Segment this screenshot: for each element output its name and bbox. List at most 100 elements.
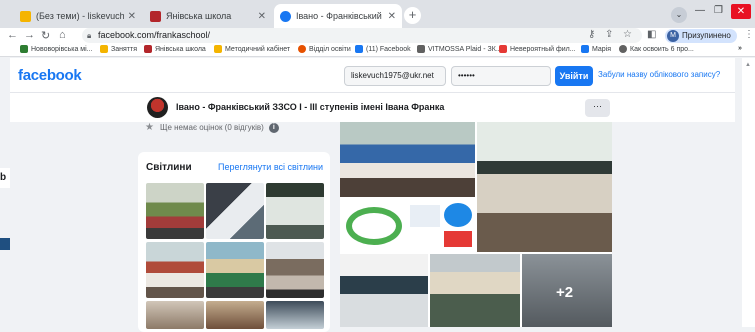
facebook-logo[interactable]: facebook <box>18 67 82 84</box>
bookmark-icon <box>100 45 108 53</box>
photos-title: Світлини <box>146 162 192 173</box>
bookmark-icon <box>144 45 152 53</box>
bookmark-label: Невероятный фил... <box>510 45 576 53</box>
globe-graphic <box>444 203 472 227</box>
login-button[interactable]: Увійти <box>555 66 593 86</box>
scroll-up-icon[interactable]: ▲ <box>745 62 751 68</box>
bookmarks-bar: Нововорівська мі... Заняття Янівська шко… <box>0 44 755 57</box>
url-text: facebook.com/frankaschool/ <box>98 30 211 40</box>
rating-row: ★ Ще немає оцінок (0 відгуків) i <box>145 122 279 133</box>
facebook-header: facebook liskevuch1975@ukr.net •••••• Ув… <box>10 58 735 92</box>
profile-status: Призупинено <box>682 31 731 40</box>
badge-graphic <box>444 231 472 247</box>
page-title[interactable]: Івано - Франківський ЗЗСО I - ІІІ ступен… <box>176 102 444 112</box>
new-tab-button[interactable]: + <box>404 7 421 24</box>
offscreen-text-fragment: b <box>0 168 10 188</box>
photo-thumbnail[interactable] <box>206 183 264 239</box>
more-photos-count: +2 <box>556 284 574 301</box>
facebook-icon <box>280 10 291 22</box>
bookmark-icon <box>417 45 425 53</box>
bookmark-item[interactable]: Марія <box>581 45 611 53</box>
bookmark-item[interactable]: VITMOSSA Plaid - ЗК... <box>417 45 502 53</box>
bookmark-item[interactable]: Нововорівська мі... <box>20 45 93 53</box>
logo-graphic <box>346 207 402 245</box>
forward-arrow-icon[interactable]: → <box>24 29 35 41</box>
bookmark-label: (11) Facebook <box>366 45 411 53</box>
profile-button[interactable]: M Призупинено <box>665 29 737 43</box>
bookmark-icon <box>20 45 28 53</box>
bookmark-icon <box>581 45 589 53</box>
post-photo[interactable] <box>340 122 475 197</box>
page-scrollbar[interactable]: ▲ <box>742 58 755 327</box>
minimize-icon[interactable]: — <box>695 5 705 16</box>
home-icon[interactable]: ⌂ <box>59 29 66 41</box>
rating-text: Ще немає оцінок (0 відгуків) <box>159 123 264 132</box>
bookmark-item[interactable]: Как освоить 6 про... <box>619 45 694 53</box>
tab-close-icon[interactable]: ✕ <box>128 11 136 22</box>
address-toolbar: ← → ↻ ⌂ 🔒︎ facebook.com/frankaschool/ ⚷ … <box>0 28 755 44</box>
post-photo-collage: +2 <box>340 122 612 327</box>
email-field[interactable]: liskevuch1975@ukr.net <box>344 66 446 86</box>
tab-search-button[interactable]: ⌄ <box>671 7 687 23</box>
bookmark-item[interactable]: (11) Facebook <box>355 45 411 53</box>
photo-thumbnail[interactable] <box>266 183 324 239</box>
bookmark-star-icon[interactable]: ☆ <box>623 29 632 40</box>
see-all-photos-link[interactable]: Переглянути всі світлини <box>218 162 323 172</box>
browser-tab-facebook[interactable]: Івано - Франківський ЗЗСО I - ІІ ✕ <box>274 4 402 28</box>
school-site-icon <box>150 10 161 22</box>
tab-close-icon[interactable]: ✕ <box>258 11 266 22</box>
photo-thumbnail[interactable] <box>266 301 324 329</box>
info-icon[interactable]: i <box>268 122 279 133</box>
post-photo[interactable] <box>340 199 475 252</box>
page-avatar[interactable] <box>147 97 168 118</box>
text-graphic <box>410 205 440 227</box>
post-photo[interactable] <box>340 254 428 327</box>
maximize-icon[interactable]: ❐ <box>714 5 723 16</box>
ukrnet-icon <box>20 10 31 22</box>
bookmark-icon <box>619 45 627 53</box>
bookmark-item[interactable]: Заняття <box>100 45 137 53</box>
avatar: M <box>667 30 679 42</box>
bookmark-item[interactable]: Янівська школа <box>144 45 206 53</box>
side-panel-icon[interactable]: ◧ <box>647 29 656 40</box>
address-bar[interactable]: 🔒︎ facebook.com/frankaschool/ <box>82 28 642 43</box>
bookmark-icon <box>355 45 363 53</box>
photo-thumbnail[interactable] <box>266 242 324 298</box>
kebab-menu-icon[interactable]: ⋮ <box>744 29 754 40</box>
reload-icon[interactable]: ↻ <box>41 29 50 42</box>
bookmark-label: VITMOSSA Plaid - ЗК... <box>428 45 502 53</box>
photo-thumbnail[interactable] <box>146 301 204 329</box>
bookmark-icon <box>499 45 507 53</box>
post-photo-more[interactable]: +2 <box>522 254 612 327</box>
photo-thumbnail[interactable] <box>146 183 204 239</box>
browser-tab-school[interactable]: Янівська школа ✕ <box>144 4 272 28</box>
forgot-account-link[interactable]: Забули назву облікового запису? <box>598 70 720 79</box>
photo-thumbnail[interactable] <box>206 301 264 329</box>
tab-close-icon[interactable]: ✕ <box>388 11 396 22</box>
back-arrow-icon[interactable]: ← <box>7 29 18 41</box>
bookmark-item[interactable]: Невероятный фил... <box>499 45 576 53</box>
bookmark-label: Как освоить 6 про... <box>630 45 694 53</box>
photos-card: Світлини Переглянути всі світлини <box>138 152 330 332</box>
more-options-button[interactable]: ··· <box>585 99 610 117</box>
browser-tab-strip: (Без теми) - liskevuch1975@ukr. ✕ Янівсь… <box>0 0 755 28</box>
bookmark-icon <box>298 45 306 53</box>
post-photo[interactable] <box>430 254 520 327</box>
key-icon[interactable]: ⚷ <box>588 29 595 40</box>
photo-thumbnail[interactable] <box>206 242 264 298</box>
star-icon: ★ <box>145 122 154 133</box>
close-window-button[interactable]: ✕ <box>731 4 751 19</box>
share-icon[interactable]: ⇪ <box>605 29 613 40</box>
bookmark-item[interactable]: Методичний кабінет <box>214 45 290 53</box>
page-header: Івано - Франківський ЗЗСО I - ІІІ ступен… <box>10 92 735 122</box>
password-field[interactable]: •••••• <box>451 66 551 86</box>
offscreen-element-fragment <box>0 238 10 250</box>
bookmark-item[interactable]: Відділ освіти <box>298 45 351 53</box>
more-bookmarks-icon[interactable]: » <box>738 45 742 52</box>
post-photo[interactable] <box>477 122 612 252</box>
tab-title: Янівська школа <box>166 11 232 21</box>
photo-thumbnail[interactable] <box>146 242 204 298</box>
bookmark-label: Методичний кабінет <box>225 45 291 53</box>
tab-title: Івано - Франківський ЗЗСО I - ІІ <box>296 11 384 21</box>
browser-tab-mail[interactable]: (Без теми) - liskevuch1975@ukr. ✕ <box>14 4 142 28</box>
